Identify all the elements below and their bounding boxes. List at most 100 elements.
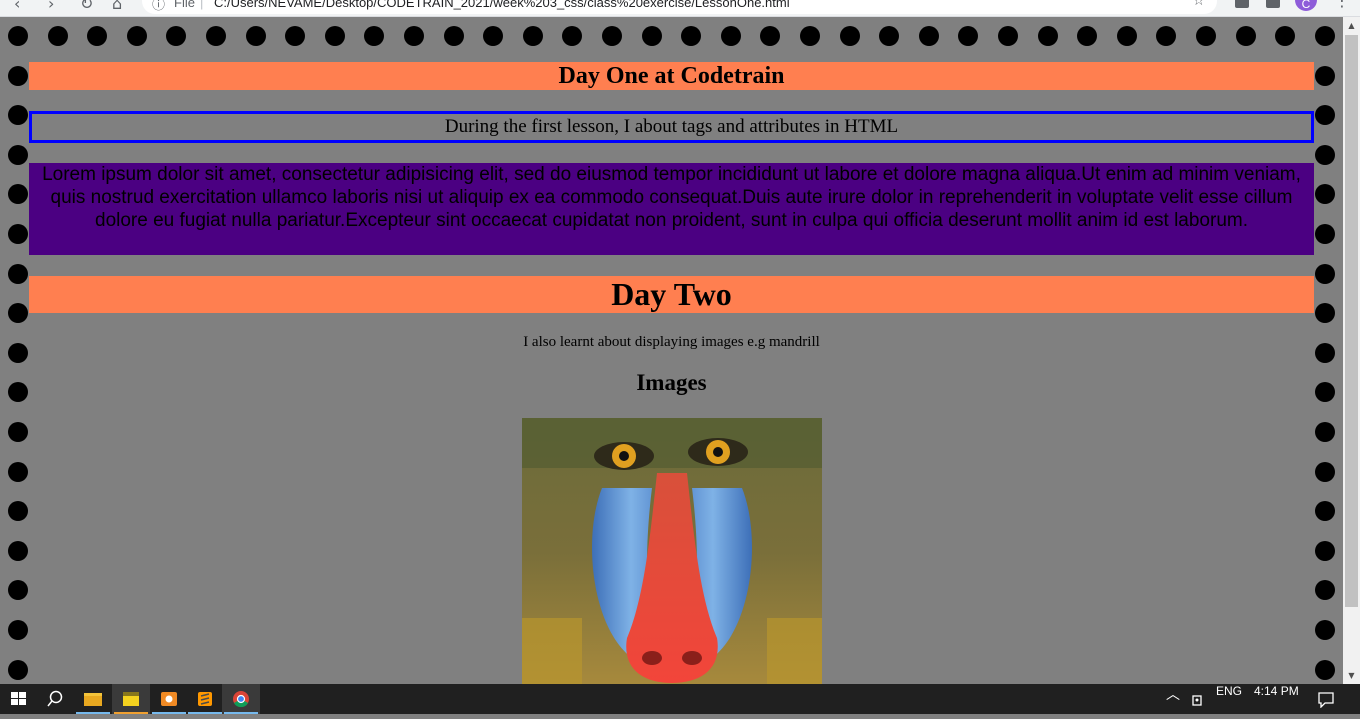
browser-toolbar: ‹ › ↻ ⌂ ⓘ File | C:/Users/NEVAME/Desktop… [0,0,1360,17]
border-dot [443,26,464,46]
scheme-label: File [174,0,195,10]
border-dot [87,26,108,46]
border-dot [1275,26,1296,46]
day-one-heading: Day One at Codetrain [29,62,1314,90]
border-dot [1315,580,1335,601]
border-dot [1116,26,1137,46]
border-dot [8,422,28,442]
search-icon [47,690,63,707]
border-dot [8,580,28,601]
border-dot [1315,224,1335,244]
border-dot [1235,26,1256,46]
border-dot [1315,263,1335,284]
profile-avatar[interactable]: C [1295,0,1317,11]
sublime-text-icon [198,692,212,706]
language-indicator[interactable]: ENG [1216,684,1242,714]
meet-now-icon[interactable] [1190,692,1206,708]
border-dot [8,26,28,46]
border-dot [1314,26,1335,46]
chrome-icon [233,691,249,708]
border-dot [8,184,28,205]
scroll-up-arrow-icon[interactable]: ▲ [1343,17,1360,34]
border-dot [1315,65,1335,86]
border-dot [404,26,424,46]
border-dot [602,26,622,46]
windows-taskbar: ︿ ENG 4:14 PM [0,684,1360,714]
address-bar[interactable]: ⓘ File | C:/Users/NEVAME/Desktop/CODETRA… [142,0,1217,14]
images-heading: Images [636,370,707,395]
border-dot [720,26,741,46]
file-explorer-icon [84,693,102,706]
sublime-text-button[interactable] [186,684,224,714]
border-dot [8,224,28,244]
border-dot [918,26,939,46]
app-button[interactable] [150,684,188,714]
border-dot [8,620,28,640]
border-dot [206,26,226,46]
day-two-heading: Day Two [29,276,1314,313]
bookmark-star-icon[interactable]: ☆ [1192,0,1205,9]
search-button[interactable] [36,684,74,714]
scroll-down-arrow-icon[interactable]: ▼ [1343,667,1360,684]
border-dot [1315,659,1335,680]
border-dot [8,65,28,86]
sticky-notes-icon [123,692,139,706]
border-dot [1315,461,1335,482]
lesson-note-box: During the first lesson, I about tags an… [29,111,1314,143]
border-dot [364,26,385,46]
border-dot [1315,303,1335,324]
menu-kebab-icon[interactable]: ⋮ [1334,0,1350,10]
clock-time[interactable]: 4:14 PM [1254,684,1299,714]
border-dot [47,26,68,46]
info-icon[interactable]: ⓘ [152,0,165,13]
border-dot [1315,422,1335,442]
border-dot [8,144,28,165]
forward-icon[interactable]: › [48,0,54,13]
border-dot [681,26,702,46]
border-dot [1315,184,1335,205]
border-dot [1156,26,1177,46]
border-dot [1037,26,1058,46]
border-dot [800,26,820,46]
page-viewport: Day One at Codetrain During the first le… [0,17,1343,684]
border-dot [166,26,187,46]
border-dot [285,26,306,46]
scrollbar-thumb[interactable] [1345,35,1358,607]
border-dot [324,26,345,46]
border-dot [522,26,543,46]
home-icon[interactable]: ⌂ [112,0,122,13]
extension-icon[interactable] [1235,0,1249,8]
border-dot [879,26,900,46]
border-dot [839,26,860,46]
border-dot [1315,620,1335,640]
url-text[interactable]: C:/Users/NEVAME/Desktop/CODETRAIN_2021/w… [214,0,790,10]
border-dot [1315,540,1335,561]
border-dot [641,26,662,46]
reload-icon[interactable]: ↻ [80,0,93,13]
sticky-notes-button[interactable] [112,684,150,714]
border-dot [998,26,1018,46]
border-dot [1196,26,1216,46]
border-dot [1315,501,1335,522]
extensions-puzzle-icon[interactable] [1266,0,1280,8]
notification-center-icon[interactable] [1317,691,1335,708]
chrome-button[interactable] [222,684,260,714]
border-dot [8,303,28,324]
border-dot [483,26,504,46]
border-dot [1315,144,1335,165]
border-dot [562,26,583,46]
back-icon[interactable]: ‹ [14,0,20,13]
start-button[interactable] [0,684,38,714]
border-dot [8,501,28,522]
dotted-border-top [0,26,1343,46]
border-dot [8,540,28,561]
app-icon [161,692,177,706]
border-dot [245,26,266,46]
lorem-paragraph: Lorem ipsum dolor sit amet, consectetur … [29,163,1314,255]
page-scrollbar[interactable]: ▲ ▼ [1343,17,1360,684]
file-explorer-button[interactable] [74,684,112,714]
show-hidden-icons-chevron-icon[interactable]: ︿ [1166,684,1180,714]
windows-logo-icon [11,692,26,705]
border-dot [126,26,147,46]
border-dot [8,263,28,284]
